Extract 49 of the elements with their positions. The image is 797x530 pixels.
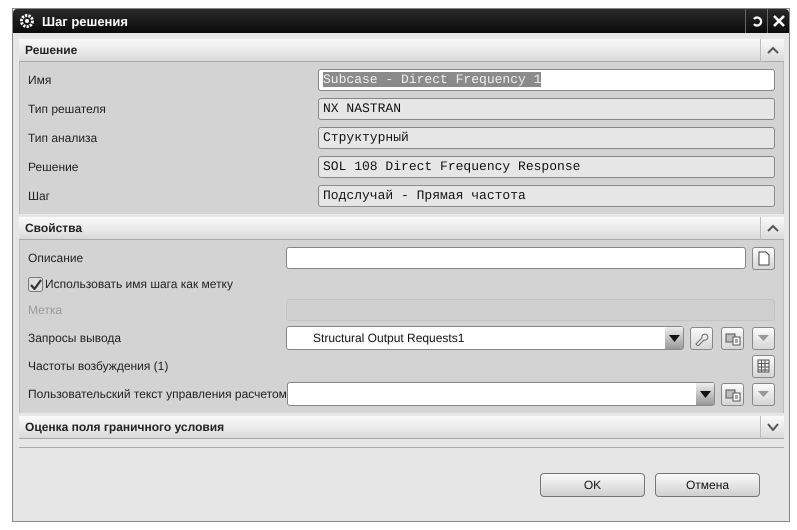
template-icon xyxy=(724,386,740,402)
template-button[interactable] xyxy=(721,382,744,406)
field-label: Решение xyxy=(28,160,80,174)
caret-icon xyxy=(758,335,769,341)
template-icon xyxy=(724,330,740,346)
new-page-button[interactable] xyxy=(752,246,775,270)
chevron-up-icon xyxy=(766,224,778,232)
dropdown[interactable] xyxy=(286,382,715,406)
chevron-down-icon xyxy=(766,423,778,431)
readonly-field: Подслучай - Прямая частота xyxy=(318,185,775,207)
table-button[interactable] xyxy=(752,354,775,378)
section-title: Решение xyxy=(24,43,78,57)
chevron-up-icon xyxy=(766,46,778,54)
readonly-field: Структурный xyxy=(318,127,775,149)
readonly-field: NX NASTRAN xyxy=(318,98,775,120)
checkbox-label: Использовать имя шага как метку xyxy=(45,277,233,291)
dropdown[interactable]: Structural Output Requests1 xyxy=(286,326,684,350)
checkbox[interactable] xyxy=(28,276,43,292)
section-title: Оценка поля граничного условия xyxy=(24,420,226,434)
field-label: Описание xyxy=(28,251,84,265)
more-button[interactable] xyxy=(752,382,775,406)
template-button[interactable] xyxy=(721,326,744,350)
field-label: Частоты возбуждения (1) xyxy=(28,359,170,373)
dropdown-caret-icon xyxy=(700,390,710,398)
field-label: Пользовательский текст управления расчетом xyxy=(28,387,287,401)
wrench-icon xyxy=(694,330,709,346)
section-header[interactable]: Свойства xyxy=(19,217,784,240)
caret-icon xyxy=(758,391,769,397)
section-header[interactable]: Решение xyxy=(19,39,784,62)
window-title: Шаг решения xyxy=(42,14,129,28)
ok-button[interactable]: OK xyxy=(540,473,645,497)
close-icon xyxy=(772,15,784,27)
table-icon xyxy=(757,359,770,373)
page-icon xyxy=(758,250,770,266)
field-label: Тип анализа xyxy=(28,131,98,145)
readonly-field: SOL 108 Direct Frequency Response xyxy=(318,156,775,178)
cancel-button[interactable]: Отмена xyxy=(655,473,760,497)
input-field[interactable] xyxy=(286,247,746,269)
field-label: Имя xyxy=(28,73,52,87)
dropdown-caret-icon xyxy=(668,334,680,342)
more-button[interactable] xyxy=(752,326,775,350)
section-header[interactable]: Оценка поля граничного условия xyxy=(19,416,784,439)
field-label: Запросы вывода xyxy=(28,331,122,345)
gear-icon xyxy=(20,14,34,28)
field-label: Шаг xyxy=(28,189,52,203)
settings-button[interactable] xyxy=(690,326,713,350)
field-label: Метка xyxy=(28,303,64,317)
field-label: Тип решателя xyxy=(28,102,107,116)
section-title: Свойства xyxy=(24,221,84,235)
